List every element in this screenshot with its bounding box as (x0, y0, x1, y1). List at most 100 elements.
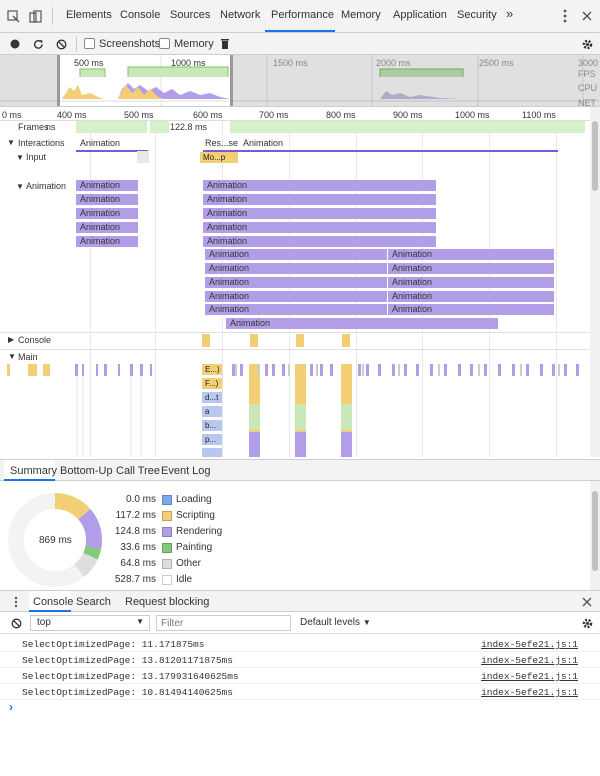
main-track-label[interactable]: Main (18, 352, 38, 362)
source-link[interactable]: index-5efe21.js:1 (481, 671, 578, 682)
animation-bar[interactable]: Animation (205, 263, 388, 274)
source-link[interactable]: index-5efe21.js:1 (481, 655, 578, 666)
capture-settings-icon[interactable] (580, 37, 594, 51)
context-selector[interactable]: top ▼ (30, 615, 150, 631)
tab-bottom-up[interactable]: Bottom-Up (60, 465, 113, 477)
drawer-tab-request-blocking[interactable]: Request blocking (125, 596, 209, 608)
chevron-right-icon[interactable]: ▶ (8, 335, 14, 344)
trash-icon[interactable] (219, 37, 231, 51)
net-label: NET (578, 98, 596, 107)
console-filter-input[interactable] (156, 615, 291, 631)
clear-console-icon[interactable] (10, 617, 22, 629)
interaction-event[interactable]: Animation (243, 138, 283, 148)
drawer-tab-console[interactable]: Console (33, 596, 73, 608)
console-prompt[interactable]: › (9, 700, 13, 714)
interactions-track-label[interactable]: Interactions (18, 138, 65, 148)
timeline-overview[interactable]: 500 ms 1000 ms 1500 ms 2000 ms 2500 ms 3… (0, 55, 600, 107)
animation-bar[interactable]: Animation (205, 291, 388, 302)
interaction-event[interactable]: Animation (80, 138, 120, 148)
animation-bar[interactable]: Animation (203, 222, 437, 233)
tab-console[interactable]: Console (120, 9, 160, 21)
animation-bar[interactable]: Animation (388, 291, 555, 302)
frame-duration[interactable]: 122.8 ms (170, 122, 207, 132)
flame-chart-scrollbar[interactable] (590, 107, 600, 457)
tab-summary[interactable]: Summary (10, 465, 57, 477)
main-event[interactable]: p... (202, 434, 222, 445)
drawer-tab-search[interactable]: Search (76, 596, 111, 608)
animation-bar[interactable]: Animation (205, 277, 388, 288)
inspect-element-icon[interactable] (6, 9, 20, 23)
screenshots-checkbox[interactable] (84, 38, 95, 49)
interaction-event[interactable]: Res...se (205, 138, 238, 148)
input-track-label[interactable]: Input (26, 152, 46, 162)
frame[interactable] (150, 121, 170, 133)
animation-bar[interactable]: Animation (203, 208, 437, 219)
animation-bar[interactable]: Animation (203, 180, 437, 191)
console-settings-icon[interactable] (580, 616, 594, 630)
scrollbar-thumb[interactable] (592, 121, 598, 191)
flame-chart[interactable]: ns Frames 122.8 ms ▼ Interactions Animat… (0, 121, 590, 457)
animation-bar[interactable]: Animation (203, 194, 437, 205)
animation-bar[interactable]: Animation (388, 304, 555, 315)
animation-bar[interactable]: Animation (76, 208, 139, 219)
close-devtools-icon[interactable] (580, 8, 594, 24)
console-mark[interactable] (250, 334, 258, 347)
log-levels-dropdown[interactable]: Default levels ▼ (300, 617, 371, 628)
animation-bar[interactable]: Animation (76, 180, 139, 191)
main-event[interactable]: b... (202, 420, 222, 431)
source-link[interactable]: index-5efe21.js:1 (481, 687, 578, 698)
tab-call-tree[interactable]: Call Tree (116, 465, 160, 477)
summary-scrollbar[interactable] (590, 481, 600, 590)
chevron-down-icon[interactable]: ▼ (16, 153, 24, 162)
tab-application[interactable]: Application (393, 9, 447, 21)
animation-bar[interactable]: Animation (205, 304, 388, 315)
close-drawer-icon[interactable] (581, 596, 593, 608)
animation-bar[interactable]: Animation (388, 277, 555, 288)
main-event[interactable]: E...) (202, 364, 222, 375)
chevron-down-icon[interactable]: ▼ (7, 138, 15, 147)
scripting-swatch (162, 511, 172, 521)
animation-track-label[interactable]: Animation (26, 181, 66, 191)
more-tabs-button[interactable]: » (506, 6, 513, 21)
animation-bar[interactable]: Animation (203, 236, 437, 247)
tab-event-log[interactable]: Event Log (161, 465, 211, 477)
animation-bar[interactable]: Animation (205, 249, 388, 260)
main-event[interactable]: F...) (202, 378, 222, 389)
device-toolbar-icon[interactable] (28, 9, 42, 23)
main-thread-tasks[interactable] (0, 364, 590, 457)
animation-bar[interactable]: Animation (76, 194, 139, 205)
input-event-idle[interactable] (137, 151, 149, 163)
console-mark[interactable] (202, 334, 210, 347)
source-link[interactable]: index-5efe21.js:1 (481, 639, 578, 650)
frame[interactable] (230, 121, 586, 133)
main-event[interactable]: a (202, 406, 222, 417)
tab-sources[interactable]: Sources (170, 9, 210, 21)
chevron-down-icon[interactable]: ▼ (16, 182, 24, 191)
console-mark[interactable] (296, 334, 304, 347)
tab-security[interactable]: Security (457, 9, 497, 21)
reload-record-icon[interactable] (32, 37, 44, 51)
frame[interactable] (76, 121, 148, 133)
scrollbar-thumb[interactable] (592, 491, 598, 571)
kebab-menu-icon[interactable] (560, 8, 570, 24)
clear-icon[interactable] (55, 37, 67, 51)
console-mark[interactable] (342, 334, 350, 347)
tab-elements[interactable]: Elements (66, 9, 112, 21)
input-event[interactable]: Mo...p (200, 152, 238, 163)
animation-bar[interactable]: Animation (76, 222, 139, 233)
memory-checkbox[interactable] (159, 38, 170, 49)
tab-network[interactable]: Network (220, 9, 260, 21)
animation-bar[interactable]: Animation (388, 249, 555, 260)
main-event[interactable]: d...t (202, 392, 222, 403)
animation-bar[interactable]: Animation (226, 318, 499, 329)
drawer-menu-icon[interactable] (12, 595, 20, 609)
tab-performance[interactable]: Performance (271, 9, 334, 21)
animation-bar[interactable]: Animation (76, 236, 139, 247)
animation-bar[interactable]: Animation (388, 263, 555, 274)
tab-memory[interactable]: Memory (341, 9, 381, 21)
record-icon[interactable] (9, 38, 21, 50)
painting-swatch (162, 543, 172, 553)
ruler-tick: 400 ms (57, 110, 87, 120)
console-track-label[interactable]: Console (18, 335, 51, 345)
chevron-down-icon[interactable]: ▼ (8, 352, 16, 361)
